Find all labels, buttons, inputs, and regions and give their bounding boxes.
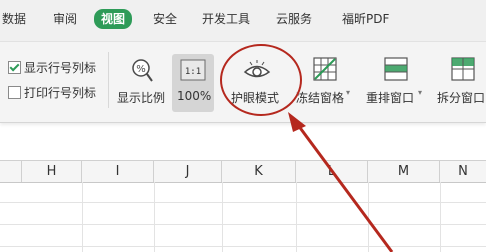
annotation-arrow-icon bbox=[288, 112, 394, 252]
